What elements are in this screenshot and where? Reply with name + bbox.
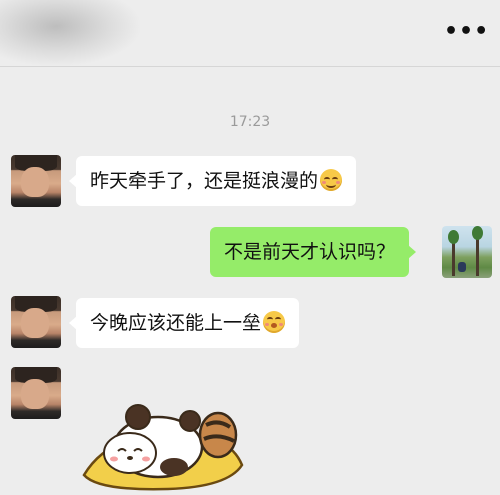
avatar[interactable] — [11, 367, 61, 419]
shy-emoji-icon — [263, 311, 286, 333]
blurred-title — [0, 0, 140, 66]
self-avatar[interactable] — [442, 226, 492, 278]
avatar[interactable] — [11, 296, 61, 348]
avatar-person — [458, 262, 466, 272]
message-text: 今晚应该还能上一垒 — [90, 312, 262, 334]
smile-emoji-icon — [320, 169, 343, 191]
sticker-image — [82, 404, 244, 491]
message-text: 昨天牵手了，还是挺浪漫的 — [90, 170, 319, 192]
message-bubble-outgoing[interactable]: 不是前天才认识吗？ — [210, 227, 417, 277]
more-dots-icon[interactable]: ••• — [444, 21, 488, 43]
message-timestamp: 17:23 — [229, 114, 271, 130]
sleeping-panda-sticker[interactable] — [78, 395, 248, 491]
top-bar: ••• — [0, 0, 500, 67]
avatar-tree — [472, 226, 483, 276]
message-bubble-incoming[interactable]: 今晚应该还能上一垒 — [68, 298, 300, 348]
avatar-tree — [448, 230, 459, 276]
message-text: 不是前天才认识吗？ — [224, 241, 396, 263]
avatar[interactable] — [11, 155, 61, 207]
avatar-face — [21, 379, 49, 409]
message-bubble-incoming[interactable]: 昨天牵手了，还是挺浪漫的 — [68, 156, 357, 206]
avatar-face — [21, 167, 49, 197]
avatar-face — [21, 308, 49, 338]
